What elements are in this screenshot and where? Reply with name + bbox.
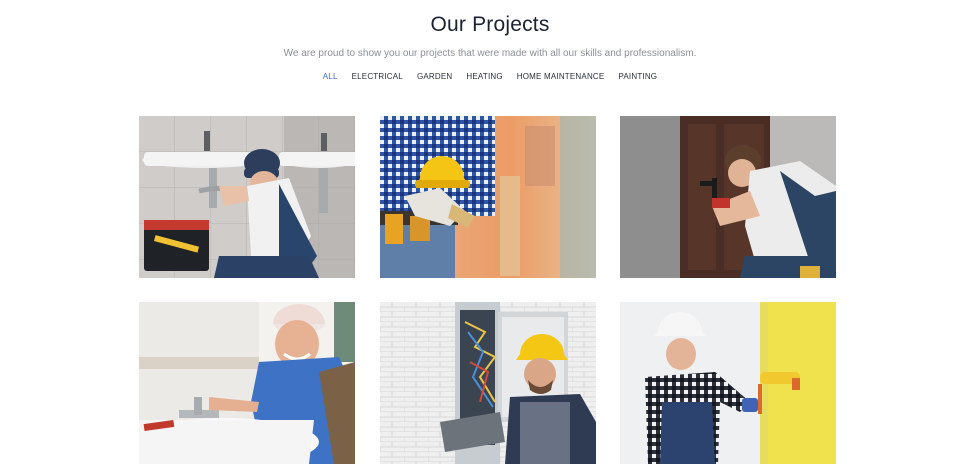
plumber-under-sinks-photo: [139, 116, 355, 278]
project-card-painter[interactable]: [620, 302, 836, 464]
electrician-at-panel-photo: [379, 302, 596, 464]
project-card-smiling-plumber[interactable]: [139, 302, 355, 464]
filter-painting[interactable]: PAINTING: [611, 72, 664, 81]
project-card-electrician[interactable]: [379, 302, 596, 464]
smiling-plumber-at-sink-photo: [139, 302, 355, 464]
project-filter-bar: ALL ELECTRICAL GARDEN HEATING HOME MAINT…: [0, 72, 980, 81]
page-subtitle: We are proud to show you our projects th…: [283, 48, 697, 59]
projects-grid: [139, 116, 836, 464]
worker-holding-yellow-helmet-photo: [379, 116, 596, 278]
filter-garden[interactable]: GARDEN: [410, 72, 459, 81]
page-title: Our Projects: [430, 13, 550, 36]
painter-with-roller-photo: [620, 302, 836, 464]
filter-home-maintenance[interactable]: HOME MAINTENANCE: [510, 72, 612, 81]
filter-heating[interactable]: HEATING: [459, 72, 509, 81]
project-card-door-lock[interactable]: [620, 116, 836, 278]
worker-fixing-door-lock-photo: [620, 116, 836, 278]
filter-electrical[interactable]: ELECTRICAL: [345, 72, 410, 81]
project-card-plumber-sinks[interactable]: [139, 116, 355, 278]
filter-all[interactable]: ALL: [316, 72, 345, 81]
project-card-worker-helmet[interactable]: [379, 116, 596, 278]
